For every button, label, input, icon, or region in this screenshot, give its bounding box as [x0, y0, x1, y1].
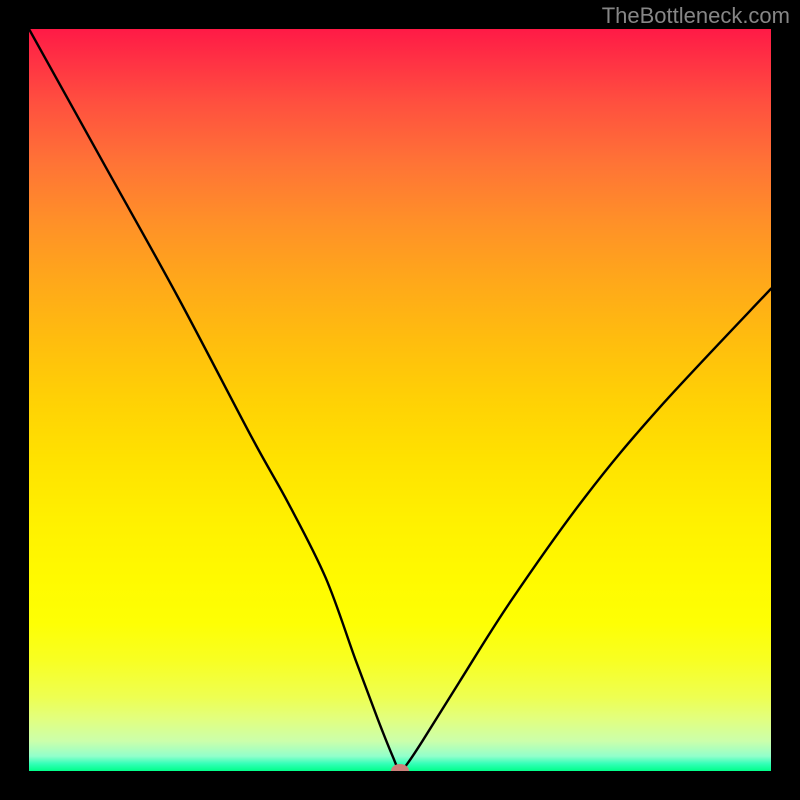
optimum-marker — [391, 764, 409, 771]
watermark-text: TheBottleneck.com — [602, 3, 790, 29]
chart-frame: TheBottleneck.com — [0, 0, 800, 800]
bottleneck-curve — [29, 29, 771, 771]
plot-area — [29, 29, 771, 771]
